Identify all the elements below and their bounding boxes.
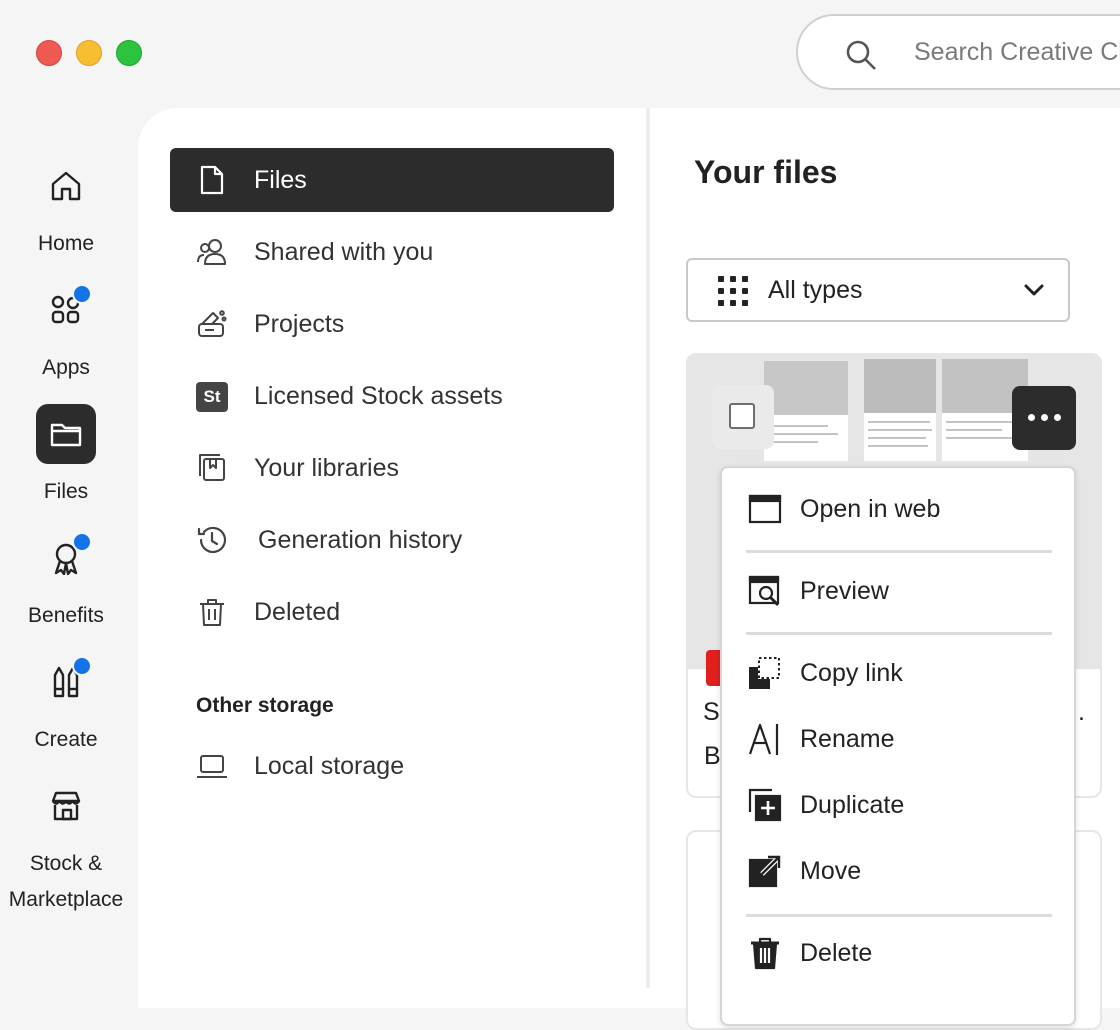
nav-item-label: Shared with you <box>254 238 434 266</box>
menu-separator <box>746 914 1052 917</box>
rail-item-benefits[interactable]: Benefits <box>0 528 132 634</box>
browser-window-icon <box>748 494 782 524</box>
close-window-button[interactable] <box>36 40 62 66</box>
nav-item-projects[interactable]: Projects <box>170 292 614 356</box>
notification-dot <box>72 284 92 304</box>
file-name-start: S <box>703 698 720 726</box>
rail-label: Create <box>34 728 98 751</box>
checkbox-box <box>729 403 755 429</box>
menu-item-rename[interactable]: Rename <box>748 710 1058 768</box>
notification-dot <box>72 656 92 676</box>
menu-separator <box>746 632 1052 635</box>
ellipsis-dot <box>1041 414 1048 421</box>
nav-item-local-storage[interactable]: Local storage <box>170 734 614 798</box>
menu-separator <box>746 550 1052 553</box>
rename-icon <box>748 723 779 755</box>
thumbnail-photo <box>764 361 848 415</box>
duplicate-icon <box>748 788 782 822</box>
menu-item-copy-link[interactable]: Copy link <box>748 644 1058 702</box>
menu-item-label: Copy link <box>800 659 903 687</box>
laptop-icon <box>197 755 227 778</box>
thumbnail-page <box>864 359 936 461</box>
notification-dot <box>72 532 92 552</box>
rail-item-create[interactable]: Create <box>0 652 132 758</box>
menu-item-label: Move <box>800 857 862 885</box>
stock-badge-icon: St <box>196 382 228 412</box>
rail-label: Home <box>37 232 95 255</box>
rail-label-line: Stock & <box>29 852 103 875</box>
zoom-window-button[interactable] <box>116 40 142 66</box>
minimize-window-button[interactable] <box>76 40 102 66</box>
file-meta-start: B <box>704 742 721 770</box>
copy-link-icon <box>749 657 780 689</box>
menu-item-label: Delete <box>800 939 873 967</box>
ellipsis-dot <box>1028 414 1035 421</box>
home-icon <box>51 171 81 201</box>
page-title: Your files <box>694 154 838 190</box>
menu-item-delete[interactable]: Delete <box>748 924 1058 982</box>
thumbnail-page <box>764 361 848 461</box>
move-icon <box>748 855 781 888</box>
projects-icon <box>198 310 227 337</box>
menu-item-label: Rename <box>800 725 895 753</box>
rail-label-line: Marketplace <box>8 888 124 911</box>
search-placeholder: Search Creative Cl <box>914 38 1120 66</box>
nav-item-generation-history[interactable]: Generation history <box>170 508 614 572</box>
trash-icon <box>751 937 779 970</box>
menu-item-open-in-web[interactable]: Open in web <box>748 480 1058 538</box>
chevron-down-icon <box>1024 284 1044 296</box>
trash-icon <box>200 599 224 626</box>
file-name-end: . <box>1078 698 1085 726</box>
panel-divider <box>646 108 650 988</box>
menu-item-label: Duplicate <box>800 791 905 819</box>
grid-icon <box>718 276 748 306</box>
rail-item-apps[interactable]: Apps <box>0 280 132 386</box>
nav-item-files[interactable]: Files <box>170 148 614 212</box>
preview-icon <box>748 575 780 607</box>
thumbnail-photo <box>864 359 936 413</box>
nav-item-label: Local storage <box>254 752 405 780</box>
nav-item-licensed-stock[interactable]: St Licensed Stock assets <box>170 364 614 428</box>
other-storage-heading: Other storage <box>196 694 334 717</box>
nav-item-shared-with-you[interactable]: Shared with you <box>170 220 614 284</box>
rail-item-stock-marketplace[interactable]: Stock & Marketplace <box>0 776 132 918</box>
rail-label: Apps <box>42 356 90 379</box>
type-filter-value: All types <box>768 276 863 304</box>
nav-item-label: Deleted <box>254 598 341 626</box>
ellipsis-dot <box>1054 414 1061 421</box>
rail-item-files[interactable]: Files <box>0 404 132 510</box>
more-actions-button[interactable] <box>1012 386 1076 450</box>
menu-item-move[interactable]: Move <box>748 842 1058 900</box>
libraries-icon <box>199 454 225 481</box>
menu-item-preview[interactable]: Preview <box>748 562 1058 620</box>
select-file-checkbox[interactable] <box>712 385 774 449</box>
nav-item-label: Files <box>254 166 307 194</box>
nav-item-label: Generation history <box>258 526 463 554</box>
nav-item-deleted[interactable]: Deleted <box>170 580 614 644</box>
file-icon <box>200 165 224 195</box>
nav-item-label: Your libraries <box>254 454 399 482</box>
search-field[interactable]: Search Creative Cl <box>796 14 1120 90</box>
nav-item-label: Projects <box>254 310 345 338</box>
menu-item-duplicate[interactable]: Duplicate <box>748 776 1058 834</box>
rail-label: Files <box>43 480 89 503</box>
search-icon <box>846 40 876 70</box>
rail-item-home[interactable]: Home <box>0 156 132 262</box>
type-filter-dropdown[interactable]: All types <box>686 258 1070 322</box>
nav-item-label: Licensed Stock assets <box>254 382 503 410</box>
history-icon <box>197 526 227 554</box>
nav-item-your-libraries[interactable]: Your libraries <box>170 436 614 500</box>
context-menu: Open in web Preview Copy link Rename Dup… <box>720 466 1076 1026</box>
folder-icon <box>50 423 82 447</box>
storefront-icon <box>51 791 81 821</box>
shared-users-icon <box>197 239 226 265</box>
menu-item-label: Open in web <box>800 495 941 523</box>
rail-label: Benefits <box>28 604 104 627</box>
menu-item-label: Preview <box>800 577 889 605</box>
rail-label: Stock & Marketplace <box>0 846 132 918</box>
